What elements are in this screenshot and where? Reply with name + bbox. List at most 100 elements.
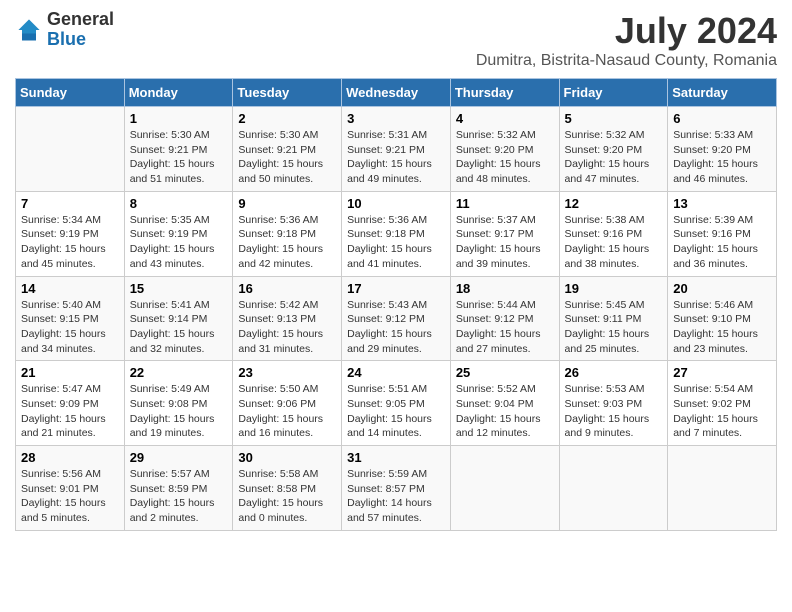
day-number: 16 bbox=[238, 281, 336, 296]
day-cell: 22 Sunrise: 5:49 AM Sunset: 9:08 PM Dayli… bbox=[124, 361, 233, 446]
day-number: 20 bbox=[673, 281, 771, 296]
week-row-5: 28 Sunrise: 5:56 AM Sunset: 9:01 PM Dayli… bbox=[16, 446, 777, 531]
day-number: 24 bbox=[347, 365, 445, 380]
day-info: Sunrise: 5:30 AM Sunset: 9:21 PM Dayligh… bbox=[130, 128, 228, 187]
week-row-3: 14Sunrise: 5:40 AM Sunset: 9:15 PM Dayli… bbox=[16, 276, 777, 361]
day-info: Sunrise: 5:53 AM Sunset: 9:03 PM Dayligh… bbox=[565, 382, 663, 441]
day-number: 30 bbox=[238, 450, 336, 465]
week-row-1: 1Sunrise: 5:30 AM Sunset: 9:21 PM Daylig… bbox=[16, 107, 777, 192]
day-cell: 5Sunrise: 5:32 AM Sunset: 9:20 PM Daylig… bbox=[559, 107, 668, 192]
day-cell: 4 Sunrise: 5:32 AM Sunset: 9:20 PM Daylig… bbox=[450, 107, 559, 192]
week-row-4: 21 Sunrise: 5:47 AM Sunset: 9:09 PM Dayli… bbox=[16, 361, 777, 446]
day-info: Sunrise: 5:58 AM Sunset: 8:58 PM Dayligh… bbox=[238, 467, 336, 526]
day-cell: 27 Sunrise: 5:54 AM Sunset: 9:02 PM Dayli… bbox=[668, 361, 777, 446]
day-info: Sunrise: 5:45 AM Sunset: 9:11 PM Dayligh… bbox=[565, 298, 663, 357]
logo-icon bbox=[15, 16, 43, 44]
day-cell: 2 Sunrise: 5:30 AM Sunset: 9:21 PM Daylig… bbox=[233, 107, 342, 192]
day-cell: 13 Sunrise: 5:39 AM Sunset: 9:16 PM Dayli… bbox=[668, 191, 777, 276]
day-cell: 26 Sunrise: 5:53 AM Sunset: 9:03 PM Dayli… bbox=[559, 361, 668, 446]
day-info: Sunrise: 5:44 AM Sunset: 9:12 PM Dayligh… bbox=[456, 298, 554, 357]
main-title: July 2024 bbox=[476, 10, 777, 52]
day-cell: 16 Sunrise: 5:42 AM Sunset: 9:13 PM Dayli… bbox=[233, 276, 342, 361]
day-info: Sunrise: 5:41 AM Sunset: 9:14 PM Dayligh… bbox=[130, 298, 228, 357]
subtitle: Dumitra, Bistrita-Nasaud County, Romania bbox=[476, 52, 777, 70]
day-number: 15 bbox=[130, 281, 228, 296]
day-cell: 17 Sunrise: 5:43 AM Sunset: 9:12 PM Dayli… bbox=[342, 276, 451, 361]
day-number: 29 bbox=[130, 450, 228, 465]
day-info: Sunrise: 5:54 AM Sunset: 9:02 PM Dayligh… bbox=[673, 382, 771, 441]
page-header: General Blue July 2024 Dumitra, Bistrita… bbox=[15, 10, 777, 70]
day-info: Sunrise: 5:39 AM Sunset: 9:16 PM Dayligh… bbox=[673, 213, 771, 272]
header-cell-monday: Monday bbox=[124, 79, 233, 107]
calendar-body: 1Sunrise: 5:30 AM Sunset: 9:21 PM Daylig… bbox=[16, 107, 777, 531]
day-cell: 21 Sunrise: 5:47 AM Sunset: 9:09 PM Dayli… bbox=[16, 361, 125, 446]
day-number: 28 bbox=[21, 450, 119, 465]
day-cell bbox=[450, 446, 559, 531]
day-cell bbox=[668, 446, 777, 531]
day-info: Sunrise: 5:56 AM Sunset: 9:01 PM Dayligh… bbox=[21, 467, 119, 526]
day-info: Sunrise: 5:30 AM Sunset: 9:21 PM Dayligh… bbox=[238, 128, 336, 187]
day-number: 4 bbox=[456, 111, 554, 126]
day-info: Sunrise: 5:52 AM Sunset: 9:04 PM Dayligh… bbox=[456, 382, 554, 441]
day-number: 11 bbox=[456, 196, 554, 211]
day-number: 9 bbox=[238, 196, 336, 211]
calendar-header: SundayMondayTuesdayWednesdayThursdayFrid… bbox=[16, 79, 777, 107]
day-info: Sunrise: 5:35 AM Sunset: 9:19 PM Dayligh… bbox=[130, 213, 228, 272]
day-number: 7 bbox=[21, 196, 119, 211]
day-cell bbox=[16, 107, 125, 192]
day-cell: 24 Sunrise: 5:51 AM Sunset: 9:05 PM Dayli… bbox=[342, 361, 451, 446]
header-row: SundayMondayTuesdayWednesdayThursdayFrid… bbox=[16, 79, 777, 107]
header-cell-thursday: Thursday bbox=[450, 79, 559, 107]
day-number: 31 bbox=[347, 450, 445, 465]
day-number: 10 bbox=[347, 196, 445, 211]
day-number: 21 bbox=[21, 365, 119, 380]
day-info: Sunrise: 5:47 AM Sunset: 9:09 PM Dayligh… bbox=[21, 382, 119, 441]
day-info: Sunrise: 5:50 AM Sunset: 9:06 PM Dayligh… bbox=[238, 382, 336, 441]
day-info: Sunrise: 5:32 AM Sunset: 9:20 PM Dayligh… bbox=[456, 128, 554, 187]
day-info: Sunrise: 5:32 AM Sunset: 9:20 PM Dayligh… bbox=[565, 128, 663, 187]
day-number: 18 bbox=[456, 281, 554, 296]
day-cell: 23 Sunrise: 5:50 AM Sunset: 9:06 PM Dayli… bbox=[233, 361, 342, 446]
day-info: Sunrise: 5:49 AM Sunset: 9:08 PM Dayligh… bbox=[130, 382, 228, 441]
logo-blue-text: Blue bbox=[47, 29, 86, 49]
day-info: Sunrise: 5:37 AM Sunset: 9:17 PM Dayligh… bbox=[456, 213, 554, 272]
week-row-2: 7 Sunrise: 5:34 AM Sunset: 9:19 PM Daylig… bbox=[16, 191, 777, 276]
day-number: 12 bbox=[565, 196, 663, 211]
header-cell-tuesday: Tuesday bbox=[233, 79, 342, 107]
logo-general-text: General bbox=[47, 9, 114, 29]
day-info: Sunrise: 5:43 AM Sunset: 9:12 PM Dayligh… bbox=[347, 298, 445, 357]
day-info: Sunrise: 5:34 AM Sunset: 9:19 PM Dayligh… bbox=[21, 213, 119, 272]
day-info: Sunrise: 5:33 AM Sunset: 9:20 PM Dayligh… bbox=[673, 128, 771, 187]
day-info: Sunrise: 5:59 AM Sunset: 8:57 PM Dayligh… bbox=[347, 467, 445, 526]
day-info: Sunrise: 5:36 AM Sunset: 9:18 PM Dayligh… bbox=[238, 213, 336, 272]
day-number: 3 bbox=[347, 111, 445, 126]
day-cell: 3Sunrise: 5:31 AM Sunset: 9:21 PM Daylig… bbox=[342, 107, 451, 192]
day-info: Sunrise: 5:51 AM Sunset: 9:05 PM Dayligh… bbox=[347, 382, 445, 441]
day-number: 25 bbox=[456, 365, 554, 380]
day-number: 26 bbox=[565, 365, 663, 380]
day-info: Sunrise: 5:38 AM Sunset: 9:16 PM Dayligh… bbox=[565, 213, 663, 272]
day-info: Sunrise: 5:36 AM Sunset: 9:18 PM Dayligh… bbox=[347, 213, 445, 272]
header-cell-wednesday: Wednesday bbox=[342, 79, 451, 107]
day-cell: 29 Sunrise: 5:57 AM Sunset: 8:59 PM Dayli… bbox=[124, 446, 233, 531]
day-cell: 20 Sunrise: 5:46 AM Sunset: 9:10 PM Dayli… bbox=[668, 276, 777, 361]
day-info: Sunrise: 5:46 AM Sunset: 9:10 PM Dayligh… bbox=[673, 298, 771, 357]
day-cell: 11 Sunrise: 5:37 AM Sunset: 9:17 PM Dayli… bbox=[450, 191, 559, 276]
day-info: Sunrise: 5:57 AM Sunset: 8:59 PM Dayligh… bbox=[130, 467, 228, 526]
day-number: 2 bbox=[238, 111, 336, 126]
day-cell: 18 Sunrise: 5:44 AM Sunset: 9:12 PM Dayli… bbox=[450, 276, 559, 361]
day-cell: 10 Sunrise: 5:36 AM Sunset: 9:18 PM Dayli… bbox=[342, 191, 451, 276]
day-number: 22 bbox=[130, 365, 228, 380]
day-number: 13 bbox=[673, 196, 771, 211]
day-number: 17 bbox=[347, 281, 445, 296]
day-number: 23 bbox=[238, 365, 336, 380]
day-cell bbox=[559, 446, 668, 531]
day-number: 14 bbox=[21, 281, 119, 296]
day-number: 27 bbox=[673, 365, 771, 380]
day-cell: 9 Sunrise: 5:36 AM Sunset: 9:18 PM Daylig… bbox=[233, 191, 342, 276]
calendar-table: SundayMondayTuesdayWednesdayThursdayFrid… bbox=[15, 78, 777, 531]
day-info: Sunrise: 5:42 AM Sunset: 9:13 PM Dayligh… bbox=[238, 298, 336, 357]
day-cell: 30 Sunrise: 5:58 AM Sunset: 8:58 PM Dayli… bbox=[233, 446, 342, 531]
day-cell: 7 Sunrise: 5:34 AM Sunset: 9:19 PM Daylig… bbox=[16, 191, 125, 276]
day-cell: 19Sunrise: 5:45 AM Sunset: 9:11 PM Dayli… bbox=[559, 276, 668, 361]
